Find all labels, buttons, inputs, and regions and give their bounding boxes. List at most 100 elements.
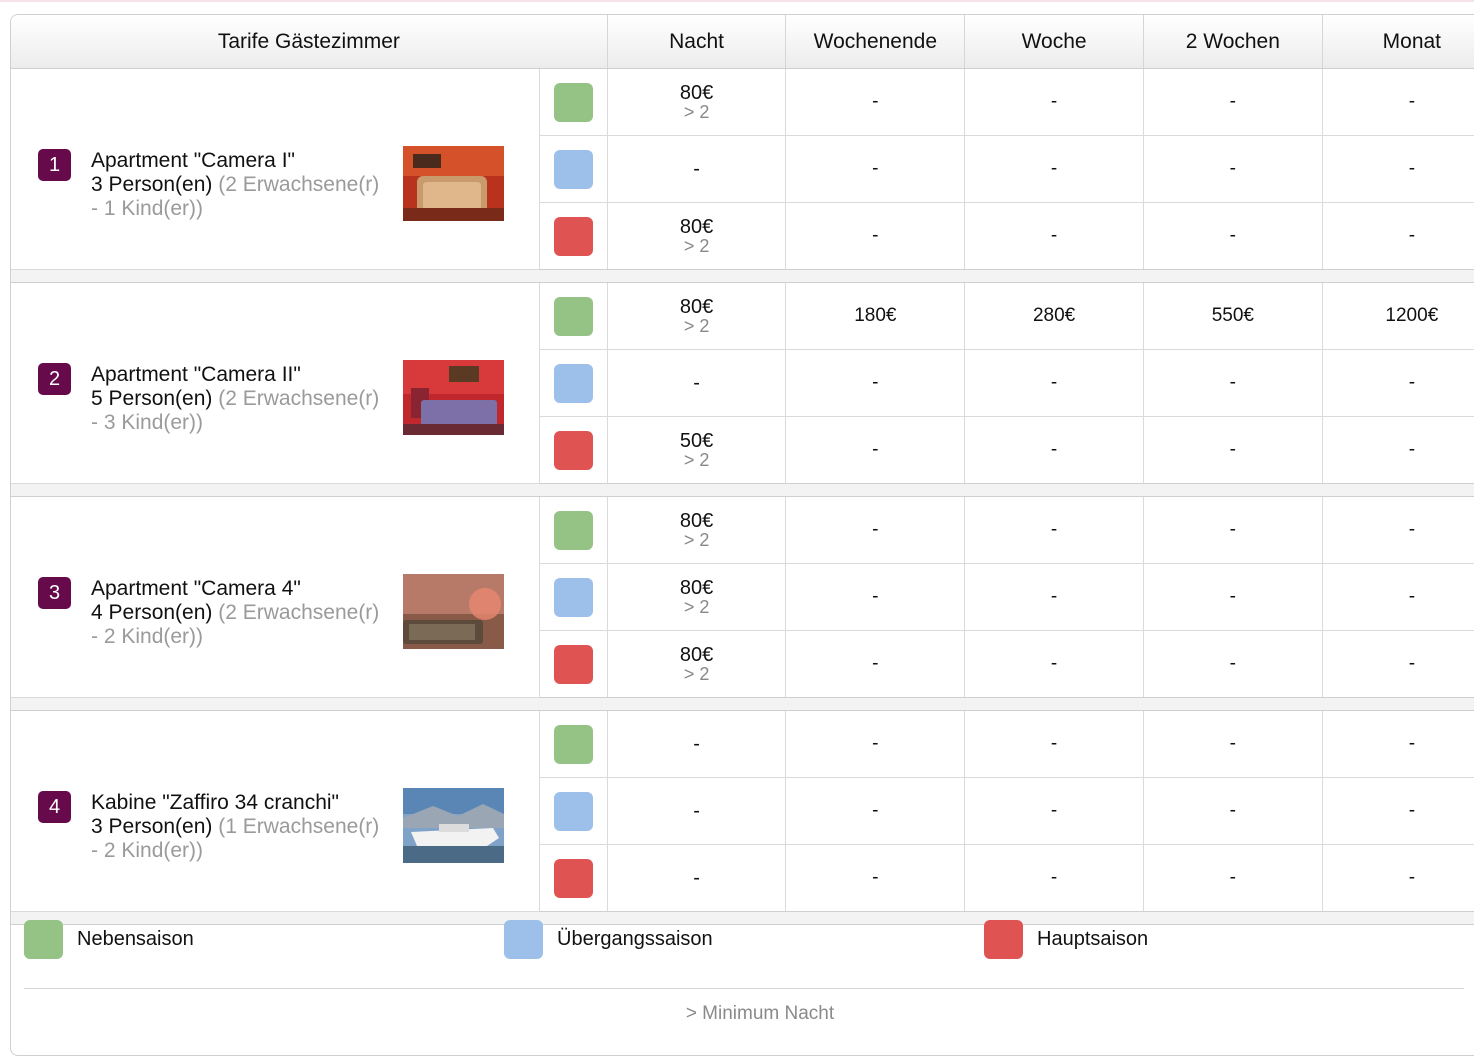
rate-night: 80€ > 2: [606, 202, 786, 270]
rate-month: -: [1321, 630, 1474, 698]
rates-table: Tarife Gästezimmer Nacht Wochenende Woch…: [11, 15, 1474, 925]
rate-two-weeks: -: [1142, 202, 1323, 270]
legend-swatch-low: [24, 920, 63, 959]
legend-item-high: Hauptsaison: [984, 920, 1148, 959]
header-night: Nacht: [606, 15, 786, 69]
legend-item-mid: Übergangssaison: [504, 920, 713, 959]
rate-weekend: -: [785, 710, 965, 778]
rate-week: -: [964, 844, 1144, 912]
rate-week: -: [964, 135, 1144, 203]
rate-month: -: [1321, 710, 1474, 778]
rate-row: 2 Apartment "Camera II" 5 Person(en) (2 …: [11, 282, 1474, 484]
rate-night: -: [606, 844, 786, 912]
rate-two-weeks: -: [1142, 777, 1323, 845]
header-month: Monat: [1321, 15, 1474, 69]
season-swatch-mid: [553, 149, 593, 189]
rate-weekend: -: [785, 563, 965, 631]
rate-week: 280€: [964, 282, 1144, 350]
rate-two-weeks: -: [1142, 68, 1323, 136]
legend-label-low: Nebensaison: [77, 928, 194, 950]
rate-month: -: [1321, 496, 1474, 564]
rate-night: -: [606, 135, 786, 203]
season-cell-mid: [538, 135, 608, 203]
rate-week: -: [964, 416, 1144, 484]
room-separator: [11, 483, 1474, 497]
header-room: Tarife Gästezimmer: [11, 15, 608, 69]
legend-divider: [24, 988, 1464, 989]
rate-month: -: [1321, 563, 1474, 631]
season-cell-low: [538, 68, 608, 136]
rate-night: 80€ > 2: [606, 68, 786, 136]
rate-two-weeks: -: [1142, 135, 1323, 203]
rate-week: -: [964, 777, 1144, 845]
rate-month: -: [1321, 844, 1474, 912]
rate-week: -: [964, 202, 1144, 270]
room-photo[interactable]: [403, 359, 504, 435]
rate-weekend: -: [785, 777, 965, 845]
room-name-link[interactable]: Apartment "Camera 4": [91, 577, 301, 600]
rate-two-weeks: -: [1142, 710, 1323, 778]
legend-item-low: Nebensaison: [24, 920, 194, 959]
rate-weekend: -: [785, 135, 965, 203]
season-swatch-low: [553, 510, 593, 550]
legend-swatch-mid: [504, 920, 543, 959]
room-separator: [11, 697, 1474, 711]
rate-month: 1200€: [1321, 282, 1474, 350]
rate-month: -: [1321, 349, 1474, 417]
room-separator: [11, 269, 1474, 283]
rate-month: -: [1321, 416, 1474, 484]
rate-weekend: -: [785, 416, 965, 484]
rate-two-weeks: -: [1142, 630, 1323, 698]
rate-row: 1 Apartment "Camera I" 3 Person(en) (2 E…: [11, 68, 1474, 270]
season-swatch-low: [553, 724, 593, 764]
room-number-badge: 4: [38, 790, 71, 823]
rate-week: -: [964, 630, 1144, 698]
season-legend: Nebensaison Übergangssaison Hauptsaison: [12, 920, 1452, 980]
top-accent-line: [0, 0, 1474, 2]
rate-two-weeks: -: [1142, 349, 1323, 417]
rate-night: 50€ > 2: [606, 416, 786, 484]
season-cell-high: [538, 630, 608, 698]
season-cell-high: [538, 844, 608, 912]
rate-month: -: [1321, 68, 1474, 136]
room-block: 4 Kabine "Zaffiro 34 cranchi" 3 Person(e…: [11, 710, 1474, 912]
rate-two-weeks: -: [1142, 416, 1323, 484]
rates-panel: Tarife Gästezimmer Nacht Wochenende Woch…: [10, 14, 1474, 1056]
season-swatch-mid: [553, 363, 593, 403]
room-name-link[interactable]: Apartment "Camera II": [91, 363, 301, 386]
legend-label-high: Hauptsaison: [1037, 928, 1149, 950]
rate-weekend: -: [785, 68, 965, 136]
rate-weekend: 180€: [785, 282, 965, 350]
room-photo[interactable]: [403, 145, 504, 221]
rate-night: 80€ > 2: [606, 282, 786, 350]
room-cell: 2 Apartment "Camera II" 5 Person(en) (2 …: [11, 282, 540, 484]
season-cell-low: [538, 710, 608, 778]
rate-weekend: -: [785, 496, 965, 564]
season-cell-low: [538, 282, 608, 350]
room-number-badge: 3: [38, 576, 71, 609]
room-name-link[interactable]: Apartment "Camera I": [91, 149, 295, 172]
room-photo[interactable]: [403, 573, 504, 649]
rate-week: -: [964, 710, 1144, 778]
room-cell: 3 Apartment "Camera 4" 4 Person(en) (2 E…: [11, 496, 540, 698]
rate-row: 3 Apartment "Camera 4" 4 Person(en) (2 E…: [11, 496, 1474, 698]
header-two-weeks: 2 Wochen: [1142, 15, 1323, 69]
rate-two-weeks: -: [1142, 496, 1323, 564]
header-week: Woche: [964, 15, 1144, 69]
room-cell: 1 Apartment "Camera I" 3 Person(en) (2 E…: [11, 68, 540, 270]
room-block: 2 Apartment "Camera II" 5 Person(en) (2 …: [11, 282, 1474, 484]
season-cell-mid: [538, 777, 608, 845]
room-info: Apartment "Camera I" 3 Person(en) (2 Erw…: [91, 149, 391, 221]
room-photo[interactable]: [403, 787, 504, 863]
min-nights-footnote: > Minimum Nacht: [685, 1003, 835, 1024]
season-swatch-mid: [553, 791, 593, 831]
table-header-row: Tarife Gästezimmer Nacht Wochenende Woch…: [11, 15, 1474, 69]
room-name-link[interactable]: Kabine "Zaffiro 34 cranchi": [91, 791, 339, 814]
season-swatch-high: [553, 216, 593, 256]
season-cell-high: [538, 416, 608, 484]
rate-weekend: -: [785, 630, 965, 698]
rate-month: -: [1321, 777, 1474, 845]
room-info: Kabine "Zaffiro 34 cranchi" 3 Person(en)…: [91, 791, 391, 863]
legend-swatch-high: [984, 920, 1023, 959]
rate-weekend: -: [785, 202, 965, 270]
